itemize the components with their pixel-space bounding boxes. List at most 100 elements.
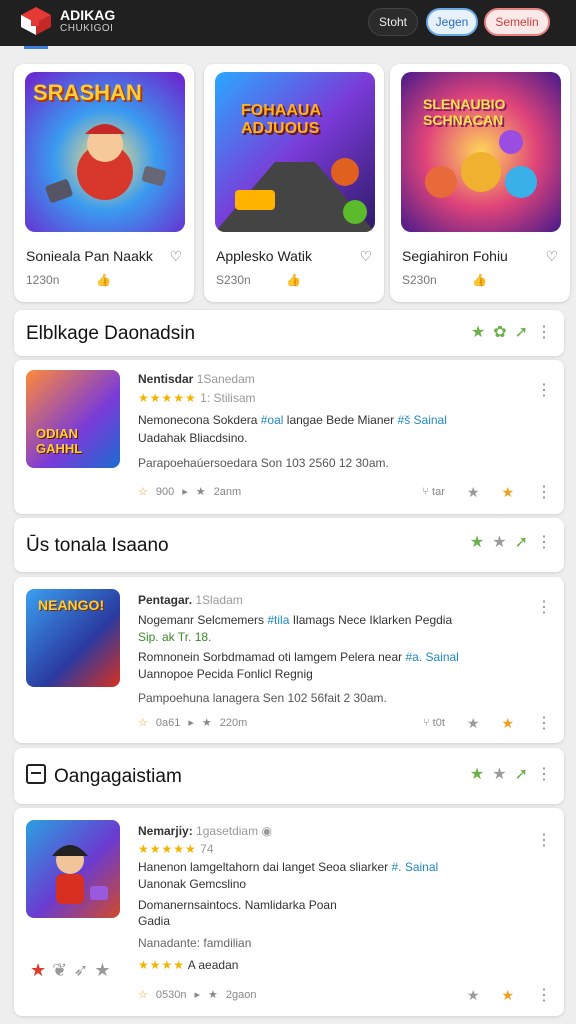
item-link[interactable]: Gadia	[138, 914, 170, 928]
item-name[interactable]: Nentisdar	[138, 372, 193, 386]
hashtag-link[interactable]: #a. Sainal	[405, 650, 458, 664]
verified-icon: ◉	[261, 824, 272, 838]
item-link[interactable]: Uanonak Gemcslino	[138, 877, 246, 891]
share-icon[interactable]: ➚	[515, 764, 528, 784]
bookmark-icon[interactable]: ♡	[359, 248, 372, 265]
star-outline-icon[interactable]: ☆	[138, 716, 148, 729]
item-description-2: Uannopoe Pecida Fonlicl Regnig	[138, 667, 313, 681]
item-menu-icon[interactable]: ⋮	[536, 830, 552, 850]
item-tags[interactable]: Sip. ak Tr. 18.	[138, 630, 211, 644]
hashtag-link[interactable]: #oal	[261, 413, 284, 427]
item-rating-2: ★★★★ A aeadan	[138, 958, 238, 972]
bookmark-icon[interactable]: ♡	[545, 248, 558, 265]
jegen-button[interactable]: Jegen	[426, 8, 478, 36]
rating-number: 74	[200, 842, 214, 856]
list-item[interactable]: ODIAN GAHHL Nentisdar 1Sanedam ★★★★★ 1: …	[14, 360, 564, 514]
section-header: Oangagaistiam ★ ★ ➚ ⋮	[14, 748, 564, 804]
meta-count: 900	[155, 485, 175, 498]
featured-card[interactable]: FOHAAUA ADJUOUS Applesko Watik ♡ S230n 👍	[204, 64, 384, 302]
play-icon[interactable]: ▸	[188, 716, 194, 729]
play-icon[interactable]: ▸	[182, 485, 188, 498]
hashtag-link[interactable]: #š Sainal	[398, 413, 447, 427]
item-rating: ★★★★★ 74	[138, 842, 214, 856]
item-actions: ★ ★ ⋮	[467, 985, 552, 1005]
card-thumbnail[interactable]: FOHAAUA ADJUOUS	[215, 72, 375, 232]
rating-stars-icon: ★★★★	[138, 958, 186, 972]
star-icon[interactable]: ★	[470, 764, 484, 784]
section-title: Ūs tonala Isaano	[26, 535, 169, 556]
star-red-icon[interactable]: ★	[30, 960, 46, 981]
favorite-star-icon[interactable]: ★	[501, 715, 514, 732]
item-reactions: ★ ❦ ➶ ★	[30, 960, 110, 981]
featured-card[interactable]: SRASHAN Sonieala Pan Naakk ♡ 1230n 👍	[14, 64, 194, 302]
star-icon[interactable]: ★	[467, 715, 480, 732]
calendar-icon	[26, 764, 46, 784]
favorite-star-icon[interactable]: ★	[501, 484, 514, 501]
more-options-icon[interactable]: ⋮	[536, 713, 552, 733]
item-meta: ☆ 0530n ▸ ★ 2gaon	[138, 988, 257, 1002]
star-gray-icon[interactable]: ★	[492, 764, 506, 784]
thumbs-up-icon[interactable]: 👍	[472, 273, 487, 287]
card-thumbnail[interactable]: SLENAUBIO SCHNACAN	[401, 72, 561, 232]
thumbs-up-icon[interactable]: 👍	[286, 273, 301, 287]
star-gray-icon[interactable]: ★	[492, 532, 506, 552]
item-menu-icon[interactable]: ⋮	[536, 597, 552, 617]
meta-count: 0a61	[155, 716, 181, 729]
card-title[interactable]: Segiahiron Fohiu	[402, 248, 508, 264]
share-icon[interactable]: ➚	[515, 322, 528, 342]
item-description: Hanenon lamgeltahorn dai langet Seoa sli…	[138, 860, 438, 874]
item-date: 1Sladam	[195, 593, 243, 607]
star-icon[interactable]: ★	[467, 484, 480, 501]
section-header: Elblkage Daonadsin ★ ✿ ➚ ⋮	[14, 310, 564, 356]
list-item[interactable]: Nemarjiy: 1gasetdiam ◉ ★★★★★ 74 Hanenon …	[14, 808, 564, 1016]
star-icon[interactable]: ★	[470, 532, 484, 552]
play-icon[interactable]: ▸	[194, 988, 200, 1001]
meta-time: 2gaon	[225, 988, 257, 1001]
more-options-icon[interactable]: ⋮	[536, 985, 552, 1005]
list-item[interactable]: NEANGO! Pentagar. 1Sladam Nogemanr Selcm…	[14, 577, 564, 743]
desc-text: langae Bede Mianer	[283, 413, 398, 427]
bookmark-icon[interactable]: ♡	[169, 248, 182, 265]
thumbs-up-icon[interactable]: 👍	[96, 273, 111, 287]
item-name[interactable]: Pentagar.	[138, 593, 192, 607]
card-title[interactable]: Applesko Watik	[216, 248, 312, 264]
star-icon[interactable]: ★	[467, 987, 480, 1004]
more-options-icon[interactable]: ⋮	[536, 764, 552, 784]
item-link[interactable]: Uadahak Bliacdsino.	[138, 431, 247, 445]
card-title[interactable]: Sonieala Pan Naakk	[26, 248, 153, 264]
app-logo-icon[interactable]	[20, 6, 52, 36]
featured-card[interactable]: SLENAUBIO SCHNACAN Segiahiron Fohiu ♡ S2…	[390, 64, 570, 302]
more-options-icon[interactable]: ⋮	[536, 532, 552, 552]
item-artwork[interactable]	[26, 820, 120, 918]
star-icon[interactable]: ★	[94, 960, 110, 981]
item-menu-icon[interactable]: ⋮	[536, 380, 552, 400]
item-header: Nentisdar 1Sanedam	[138, 372, 255, 386]
bird-icon[interactable]: ➶	[73, 960, 88, 981]
star-outline-icon[interactable]: ☆	[138, 485, 148, 498]
item-artwork[interactable]: ODIAN GAHHL	[26, 370, 120, 468]
item-artwork[interactable]: NEANGO!	[26, 589, 120, 687]
tag-label[interactable]: ⑂ tar	[422, 486, 445, 498]
star-icon[interactable]: ★	[471, 322, 485, 342]
item-name[interactable]: Nemarjiy:	[138, 824, 193, 838]
leaf-icon[interactable]: ✿	[493, 322, 506, 342]
leaf-icon[interactable]: ❦	[52, 960, 67, 981]
more-options-icon[interactable]: ⋮	[536, 482, 552, 502]
hashtag-link[interactable]: #. Sainal	[392, 860, 439, 874]
hashtag-link[interactable]: #tila	[267, 613, 289, 627]
tag-label[interactable]: ⑂ t0t	[423, 717, 445, 729]
share-icon[interactable]: ➚	[515, 532, 528, 552]
more-options-icon[interactable]: ⋮	[536, 322, 552, 342]
star-outline-icon[interactable]: ☆	[138, 988, 148, 1001]
desc-text: Hanenon lamgeltahorn dai langet Seoa sli…	[138, 860, 392, 874]
stoht-button[interactable]: Stoht	[368, 8, 418, 36]
item-link[interactable]: Domanernsaintocs. Namlidarka Poan	[138, 898, 337, 912]
item-rating: ★★★★★ 1: Stilisam	[138, 391, 256, 405]
card-thumbnail[interactable]: SRASHAN	[25, 72, 185, 232]
card-meta: 1230n	[26, 273, 60, 287]
semelin-button[interactable]: Semelin	[484, 8, 550, 36]
item-actions: ⑂ t0t ★ ★ ⋮	[423, 713, 552, 733]
section-title: Elblkage Daonadsin	[26, 323, 196, 344]
favorite-star-icon[interactable]: ★	[501, 987, 514, 1004]
section-actions: ★ ✿ ➚ ⋮	[471, 322, 552, 342]
